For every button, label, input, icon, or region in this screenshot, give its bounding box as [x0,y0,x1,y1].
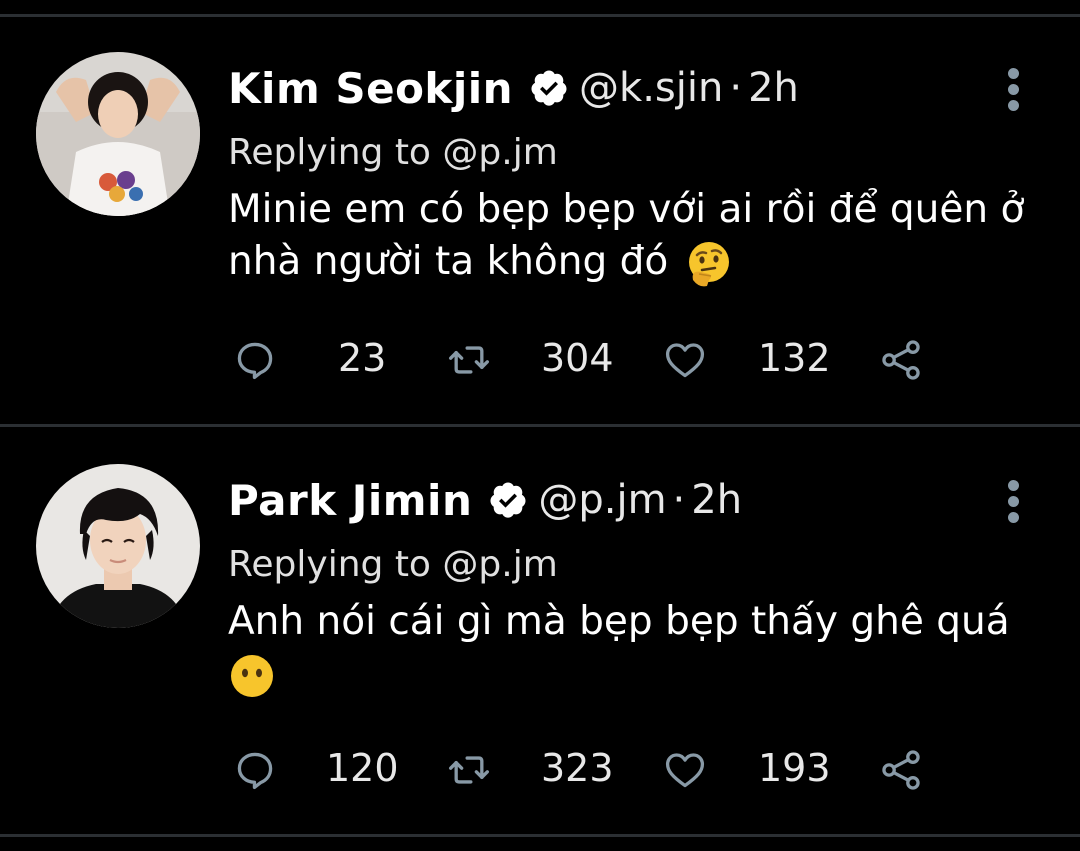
like-count: 132 [758,336,831,380]
like-heart-icon[interactable] [663,748,707,792]
reply-count: 120 [326,746,399,790]
separator-dot: · [672,477,686,523]
avatar-image [36,464,200,628]
tweet-divider [0,424,1080,427]
tweet-header: Kim Seokjin @k.sjin · 2h [228,58,799,118]
bottom-divider [0,834,1080,837]
timestamp[interactable]: 2h [691,477,742,523]
replying-prefix: Replying to [228,132,443,173]
replying-to: Replying to @p.jm [228,544,558,585]
tweet-actions: 23 304 132 [0,330,1080,390]
tweet-kim-seokjin[interactable]: Kim Seokjin @k.sjin · 2h Replying to @p.… [0,52,1080,422]
replying-to: Replying to @p.jm [228,132,558,173]
display-name[interactable]: Park Jimin [228,476,472,525]
face-without-mouth-emoji-icon [231,654,273,697]
tweet-text-line: Anh nói cái gì mà bẹp bẹp thấy ghê quá [228,599,1010,644]
reply-icon[interactable] [233,748,277,792]
like-heart-icon[interactable] [663,338,707,382]
user-handle[interactable]: @k.sjin [579,65,723,111]
tweet-text: Minie em có bẹp bẹp với ai rồi để quên ở… [228,184,1028,288]
top-divider [0,14,1080,17]
avatar-park-jimin[interactable] [36,464,200,628]
tweet-text: Anh nói cái gì mà bẹp bẹp thấy ghê quá [228,596,1028,700]
retweet-count: 304 [541,336,614,380]
like-count: 193 [758,746,831,790]
verified-badge-icon [531,70,567,106]
reply-icon[interactable] [233,338,277,382]
more-options-icon[interactable] [1004,68,1022,116]
retweet-icon[interactable] [447,338,491,382]
share-icon[interactable] [879,748,923,792]
more-options-icon[interactable] [1004,480,1022,528]
tweet-park-jimin[interactable]: Park Jimin @p.jm · 2h Replying to @p.jm … [0,464,1080,834]
replying-handle-link[interactable]: @p.jm [442,544,557,585]
tweet-text-line: Minie em có bẹp bẹp với ai rồi để quên ở [228,187,1025,232]
verified-badge-icon [490,482,526,518]
share-icon[interactable] [879,338,923,382]
tweet-text-line: nhà người ta không đó [228,239,669,284]
replying-prefix: Replying to [228,544,443,585]
avatar-image [36,52,200,216]
tweet-header: Park Jimin @p.jm · 2h [228,470,742,530]
reply-count: 23 [338,336,387,380]
avatar-kim-seokjin[interactable] [36,52,200,216]
retweet-icon[interactable] [447,748,491,792]
display-name[interactable]: Kim Seokjin [228,64,513,113]
replying-handle-link[interactable]: @p.jm [442,132,557,173]
timestamp[interactable]: 2h [748,65,799,111]
separator-dot: · [729,65,743,111]
retweet-count: 323 [541,746,614,790]
tweet-actions: 120 323 193 [0,740,1080,800]
thinking-face-emoji-icon [688,241,729,286]
user-handle[interactable]: @p.jm [538,477,666,523]
